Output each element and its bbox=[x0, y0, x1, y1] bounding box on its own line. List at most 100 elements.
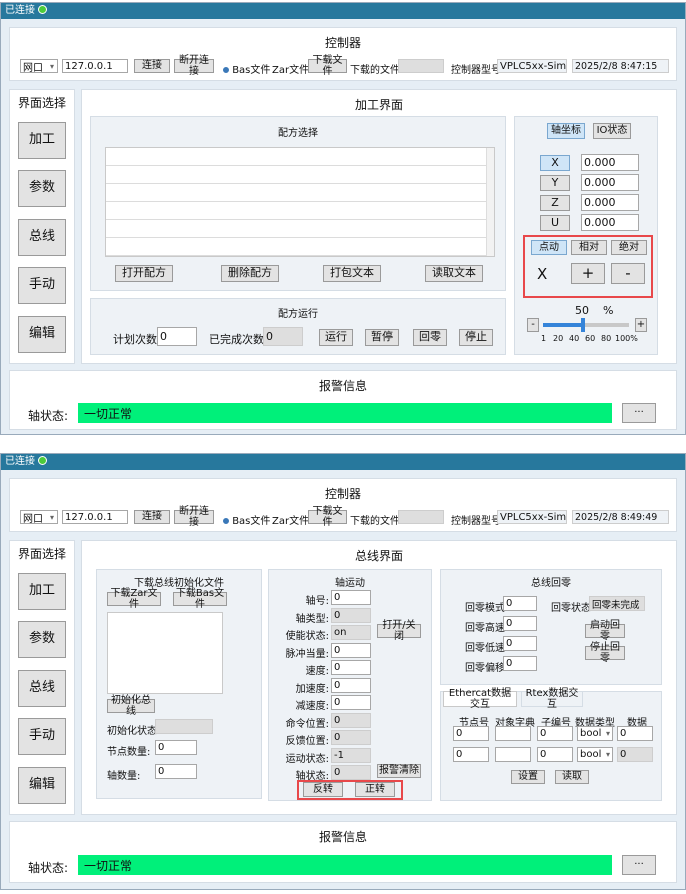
nav-item-edit[interactable]: 编辑 bbox=[18, 767, 66, 804]
done-count-label: 已完成次数 bbox=[209, 333, 264, 346]
axis-x-button[interactable]: X bbox=[540, 155, 570, 171]
download-file-button[interactable]: 下载文件 bbox=[308, 506, 347, 528]
init-file-area bbox=[107, 612, 223, 694]
model-value: VPLC5xx-Simu bbox=[497, 510, 567, 524]
speed-slider-handle[interactable] bbox=[581, 318, 585, 332]
read-text-button[interactable]: 读取文本 bbox=[425, 265, 483, 282]
disconnect-button[interactable]: 断开连接 bbox=[174, 506, 214, 528]
speed-slider-track[interactable] bbox=[543, 323, 629, 327]
nav-title: 界面选择 bbox=[17, 96, 66, 110]
zar-radio[interactable]: Zar文件 bbox=[272, 512, 309, 527]
axis-y-button[interactable]: Y bbox=[540, 175, 570, 191]
tab-axis-coords[interactable]: 轴坐标 bbox=[547, 123, 585, 139]
port-select[interactable]: 网口 ▾ bbox=[20, 510, 58, 524]
bus-panel: 总线界面 下载总线初始化文件 下载Zar文件 下载Bas文件 初始化总线 初始化… bbox=[81, 540, 677, 815]
row2-sub-input[interactable]: 0 bbox=[537, 747, 573, 762]
row1-type-select[interactable]: bool ▾ bbox=[577, 726, 613, 741]
motion-row-value[interactable]: 0 bbox=[331, 660, 371, 675]
homing-offset-input[interactable]: 0 bbox=[503, 656, 537, 671]
zar-radio[interactable]: Zar文件 bbox=[272, 61, 309, 76]
nav-item-manual[interactable]: 手动 bbox=[18, 267, 66, 304]
absolute-mode-button[interactable]: 绝对 bbox=[611, 240, 647, 255]
jog-mode-button[interactable]: 点动 bbox=[531, 240, 567, 255]
model-value: VPLC5xx-Simu bbox=[497, 59, 567, 73]
axis-count-input[interactable]: 0 bbox=[155, 764, 197, 779]
bas-radio[interactable]: Bas文件 bbox=[223, 61, 270, 76]
relative-mode-button[interactable]: 相对 bbox=[571, 240, 607, 255]
speed-decrease-button[interactable]: - bbox=[527, 318, 539, 332]
nav-item-bus[interactable]: 总线 bbox=[18, 219, 66, 256]
row1-sub-input[interactable]: 0 bbox=[537, 726, 573, 741]
node-count-input[interactable]: 0 bbox=[155, 740, 197, 755]
homing-low-input[interactable]: 0 bbox=[503, 636, 537, 651]
row2-node-input[interactable]: 0 bbox=[453, 747, 489, 762]
download-zar-button[interactable]: 下载Zar文件 bbox=[107, 588, 161, 610]
connect-button[interactable]: 连接 bbox=[134, 510, 170, 524]
axis-u-button[interactable]: U bbox=[540, 215, 570, 231]
row2-dict-input[interactable] bbox=[495, 747, 531, 762]
home-button[interactable]: 回零 bbox=[413, 329, 447, 346]
chevron-down-icon: ▾ bbox=[605, 750, 610, 759]
done-count-value: 0 bbox=[263, 327, 303, 346]
list-scrollbar[interactable] bbox=[486, 148, 494, 256]
stop-homing-button[interactable]: 停止回零 bbox=[585, 642, 625, 664]
motion-row-label: 使能状态: bbox=[285, 631, 329, 642]
reverse-button[interactable]: 反转 bbox=[303, 782, 343, 797]
run-button[interactable]: 运行 bbox=[319, 329, 353, 346]
alarm-clear-button[interactable]: 报警清除 bbox=[377, 764, 421, 778]
ip-input[interactable]: 127.0.0.1 bbox=[62, 510, 128, 524]
download-bas-button[interactable]: 下载Bas文件 bbox=[173, 588, 227, 610]
enable-toggle-button[interactable]: 打开/关闭 bbox=[377, 620, 421, 642]
download-file-button[interactable]: 下载文件 bbox=[308, 55, 347, 77]
disconnect-button[interactable]: 断开连接 bbox=[174, 55, 214, 77]
delete-recipe-button[interactable]: 删除配方 bbox=[221, 265, 279, 282]
motion-row-value[interactable]: 0 bbox=[331, 695, 371, 710]
homing-mode-input[interactable]: 0 bbox=[503, 596, 537, 611]
alarm-more-button[interactable]: ··· bbox=[622, 403, 656, 423]
axis-count-label: 轴数量: bbox=[107, 771, 141, 782]
motion-row-label: 加速度: bbox=[295, 683, 329, 695]
open-recipe-button[interactable]: 打开配方 bbox=[115, 265, 173, 282]
recipe-list[interactable] bbox=[105, 147, 495, 257]
set-button[interactable]: 设置 bbox=[511, 770, 545, 784]
jog-plus-button[interactable]: + bbox=[571, 263, 605, 284]
nav-item-parameters[interactable]: 参数 bbox=[18, 621, 66, 658]
datetime-value: 2025/2/8 8:47:15 bbox=[572, 59, 669, 73]
port-select[interactable]: 网口 ▾ bbox=[20, 59, 58, 73]
speed-increase-button[interactable]: + bbox=[635, 318, 647, 332]
tab-ethercat[interactable]: Ethercat数据交互 bbox=[443, 688, 517, 710]
stop-button[interactable]: 停止 bbox=[459, 329, 493, 346]
tab-io-status[interactable]: IO状态 bbox=[593, 123, 631, 139]
pause-button[interactable]: 暂停 bbox=[365, 329, 399, 346]
connection-status: 已连接 bbox=[5, 5, 35, 16]
ip-input[interactable]: 127.0.0.1 bbox=[62, 59, 128, 73]
read-button[interactable]: 读取 bbox=[555, 770, 589, 784]
tab-rtex[interactable]: Rtex数据交互 bbox=[521, 688, 583, 710]
nav-item-manual[interactable]: 手动 bbox=[18, 718, 66, 755]
bas-radio[interactable]: Bas文件 bbox=[223, 512, 270, 527]
row1-dict-input[interactable] bbox=[495, 726, 531, 741]
init-bus-button[interactable]: 初始化总线 bbox=[107, 695, 155, 717]
motion-row-value[interactable]: 0 bbox=[331, 677, 371, 693]
forward-button[interactable]: 正转 bbox=[355, 782, 395, 797]
motion-row-value[interactable]: 0 bbox=[331, 590, 371, 605]
pack-text-button[interactable]: 打包文本 bbox=[323, 265, 381, 282]
start-homing-button[interactable]: 启动回零 bbox=[585, 620, 625, 642]
row2-type-select[interactable]: bool ▾ bbox=[577, 747, 613, 762]
homing-high-input[interactable]: 0 bbox=[503, 616, 537, 631]
nav-item-processing[interactable]: 加工 bbox=[18, 122, 66, 159]
jog-minus-button[interactable]: - bbox=[611, 263, 645, 284]
motion-row-value[interactable]: 0 bbox=[331, 642, 371, 658]
nav-item-parameters[interactable]: 参数 bbox=[18, 170, 66, 207]
status-led-icon bbox=[38, 456, 47, 465]
plan-count-input[interactable]: 0 bbox=[157, 327, 197, 346]
nav-item-processing[interactable]: 加工 bbox=[18, 573, 66, 610]
row1-node-input[interactable]: 0 bbox=[453, 726, 489, 741]
connect-button[interactable]: 连接 bbox=[134, 59, 170, 73]
nav-item-bus[interactable]: 总线 bbox=[18, 670, 66, 707]
alarm-more-button[interactable]: ··· bbox=[622, 855, 656, 875]
row1-data-input[interactable]: 0 bbox=[617, 726, 653, 741]
motion-row-label: 命令位置: bbox=[285, 718, 329, 730]
axis-z-button[interactable]: Z bbox=[540, 195, 570, 211]
nav-item-edit[interactable]: 编辑 bbox=[18, 316, 66, 353]
